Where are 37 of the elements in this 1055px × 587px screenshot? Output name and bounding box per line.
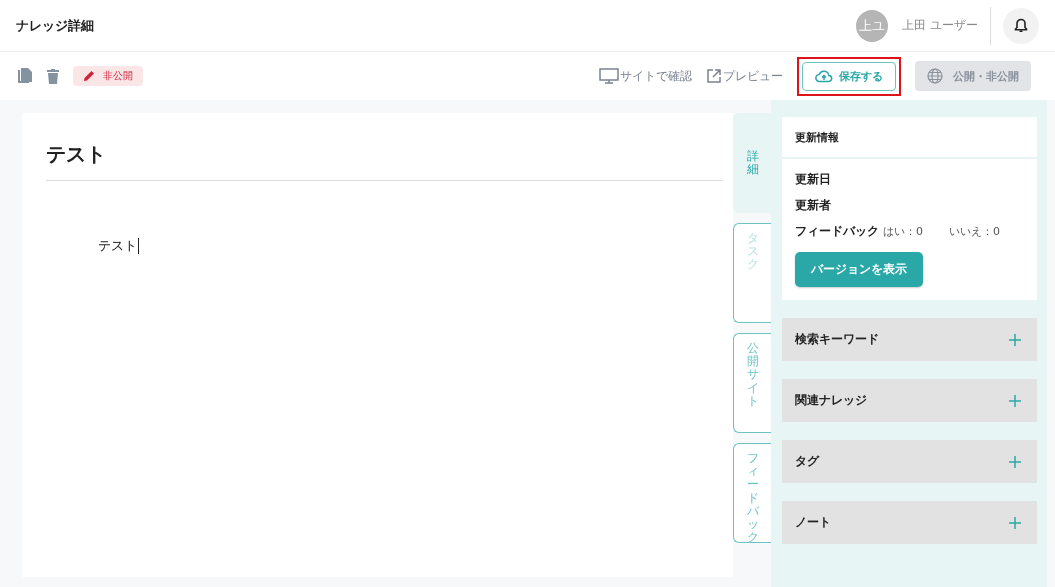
notification-button[interactable] — [1003, 7, 1039, 44]
user-name[interactable]: 上田 ユーザー — [902, 17, 978, 34]
accordion-header[interactable]: 検索キーワード — [782, 318, 1037, 361]
expand-icon[interactable] — [1009, 333, 1021, 346]
status-badge[interactable]: 非公開 — [73, 66, 143, 86]
expand-icon[interactable] — [1009, 516, 1021, 529]
card-heading: 更新情報 — [782, 117, 1037, 159]
monitor-icon[interactable] — [599, 68, 619, 84]
show-versions-button[interactable]: バージョンを表示 — [795, 252, 923, 287]
accordion-header[interactable]: タグ — [782, 440, 1037, 483]
article-body[interactable]: テスト — [98, 237, 139, 255]
feedback-yes-count: はい：0 — [883, 224, 923, 239]
feedback-no-count: いいえ：0 — [949, 224, 1000, 239]
page-title: ナレッジ詳細 — [16, 16, 94, 35]
save-button[interactable]: 保存する — [802, 61, 896, 91]
side-tab[interactable]: 公開サイト — [733, 333, 771, 433]
section-title: ノート — [795, 514, 831, 531]
accordion-header[interactable]: 関連ナレッジ — [782, 379, 1037, 422]
bell-icon[interactable] — [1014, 18, 1028, 33]
updated-on-label: 更新日 — [795, 171, 832, 188]
accordion-header[interactable]: ノート — [782, 501, 1037, 544]
trash-icon[interactable] — [47, 68, 59, 84]
side-tab[interactable]: 詳細 — [733, 113, 771, 213]
preview-button[interactable]: プレビュー — [706, 67, 783, 85]
article-title[interactable]: テスト — [46, 141, 723, 181]
section-title: 検索キーワード — [795, 331, 879, 348]
section-title: 関連ナレッジ — [795, 392, 867, 409]
section-title: タグ — [795, 453, 819, 470]
feedback-label: フィードバック — [795, 223, 879, 240]
cloud-upload-icon[interactable] — [815, 69, 833, 83]
site-check-button[interactable]: サイトで確認 — [599, 67, 692, 85]
expand-icon[interactable] — [1009, 394, 1021, 407]
expand-icon[interactable] — [1009, 455, 1021, 468]
updated-by-label: 更新者 — [795, 197, 832, 214]
copy-icon[interactable] — [17, 67, 33, 85]
external-link-icon[interactable] — [706, 68, 722, 84]
side-tab[interactable]: フィードバック — [733, 443, 771, 543]
